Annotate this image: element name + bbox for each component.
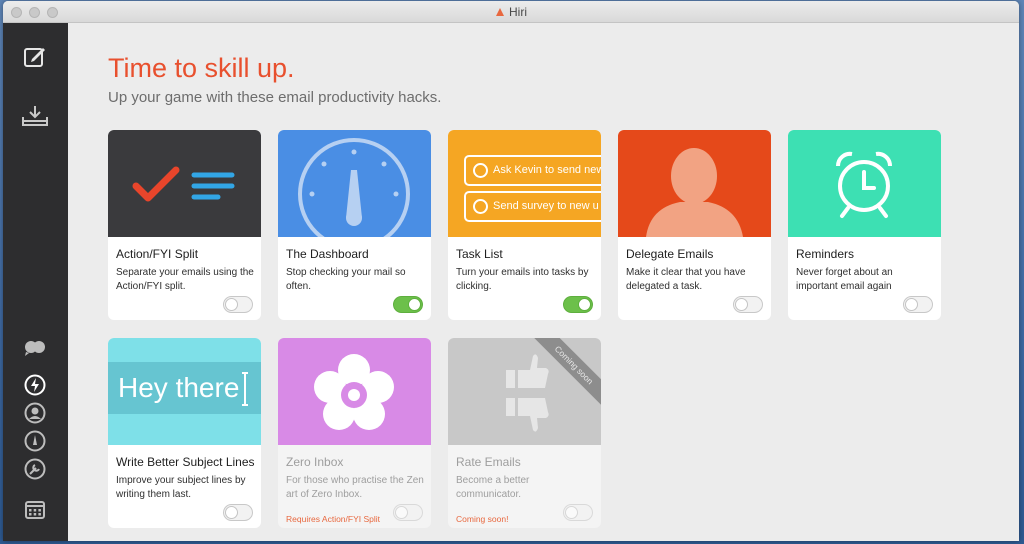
skill-card-delegate-emails[interactable]: Delegate Emails Make it clear that you h…	[618, 130, 771, 320]
card-description: Improve your subject lines by writing th…	[116, 475, 246, 500]
skill-card-subject-lines[interactable]: Hey there Write Better Subject Lines Imp…	[108, 338, 261, 528]
delegate-art	[618, 130, 771, 237]
card-description: Never forget about an important email ag…	[796, 267, 893, 292]
calendar-icon[interactable]	[21, 495, 49, 523]
inbox-download-icon[interactable]	[21, 102, 49, 130]
card-description: For those who practise the Zen art of Ze…	[286, 475, 424, 500]
subject-sample: Hey there	[108, 362, 261, 414]
skill-card-reminders[interactable]: Reminders Never forget about an importan…	[788, 130, 941, 320]
skills-main-panel: Time to skill up. Up your game with thes…	[68, 23, 1019, 541]
card-title: Delegate Emails	[626, 247, 714, 261]
title-bar: Hiri	[3, 1, 1019, 23]
card-title: Rate Emails	[456, 455, 521, 469]
settings-wrench-icon[interactable]	[21, 455, 49, 483]
subject-lines-art: Hey there	[108, 338, 261, 445]
card-title: Action/FYI Split	[116, 247, 199, 261]
thumbs-up-down-icon	[506, 354, 549, 432]
page-title: Time to skill up.	[108, 53, 295, 83]
skill-card-rate-emails[interactable]: Coming soon Rate Emails Become a better …	[448, 338, 601, 528]
card-title: Reminders	[796, 247, 855, 261]
skill-card-task-list[interactable]: Ask Kevin to send new Send survey to new…	[448, 130, 601, 320]
text-cursor-icon	[242, 372, 248, 406]
card-description: Make it clear that you have delegated a …	[626, 267, 746, 292]
contacts-icon[interactable]	[21, 399, 49, 427]
skills-lightning-icon[interactable]	[21, 371, 49, 399]
page-subtitle: Up your game with these email productivi…	[108, 89, 442, 106]
rate-emails-toggle[interactable]	[563, 504, 593, 521]
card-title: Zero Inbox	[286, 455, 344, 469]
hiri-logo-icon	[496, 8, 504, 16]
zero-inbox-toggle[interactable]	[393, 504, 423, 521]
task-item-text: Ask Kevin to send new	[493, 164, 601, 176]
app-window: Hiri Time to skill up. Up your game with…	[3, 1, 1019, 541]
reminders-toggle[interactable]	[903, 296, 933, 313]
skill-card-zero-inbox[interactable]: Zero Inbox For those who practise the Ze…	[278, 338, 431, 528]
task-list-toggle[interactable]	[563, 296, 593, 313]
task-item: Send survey to new u	[464, 191, 601, 222]
card-description: Separate your emails using the Action/FY…	[116, 267, 254, 292]
subject-lines-toggle[interactable]	[223, 504, 253, 521]
delegate-toggle[interactable]	[733, 296, 763, 313]
action-fyi-toggle[interactable]	[223, 296, 253, 313]
card-title: The Dashboard	[286, 247, 369, 261]
zero-inbox-art	[278, 338, 431, 445]
skill-card-dashboard[interactable]: The Dashboard Stop checking your mail so…	[278, 130, 431, 320]
card-title: Write Better Subject Lines	[116, 455, 255, 469]
dashboard-gauge-icon[interactable]	[21, 427, 49, 455]
dashboard-toggle[interactable]	[393, 296, 423, 313]
status-note: Coming soon!	[456, 514, 509, 524]
task-item-text: Send survey to new u	[493, 200, 599, 212]
action-fyi-art	[108, 130, 261, 237]
window-title: Hiri	[509, 5, 527, 19]
compose-icon[interactable]	[21, 43, 49, 71]
skill-card-action-fyi-split[interactable]: Action/FYI Split Separate your emails us…	[108, 130, 261, 320]
task-list-art: Ask Kevin to send new Send survey to new…	[448, 130, 601, 237]
card-title: Task List	[456, 247, 503, 261]
dashboard-art	[278, 130, 431, 237]
requirement-note: Requires Action/FYI Split	[286, 514, 381, 524]
sidebar	[3, 23, 68, 541]
conversations-icon[interactable]	[21, 334, 49, 362]
reminders-art	[788, 130, 941, 237]
card-description: Stop checking your mail so often.	[286, 267, 406, 292]
rate-emails-art: Coming soon	[448, 338, 601, 445]
task-item: Ask Kevin to send new	[464, 155, 601, 186]
card-description: Become a better communicator.	[456, 475, 530, 500]
card-description: Turn your emails into tasks by clicking.	[456, 267, 589, 292]
